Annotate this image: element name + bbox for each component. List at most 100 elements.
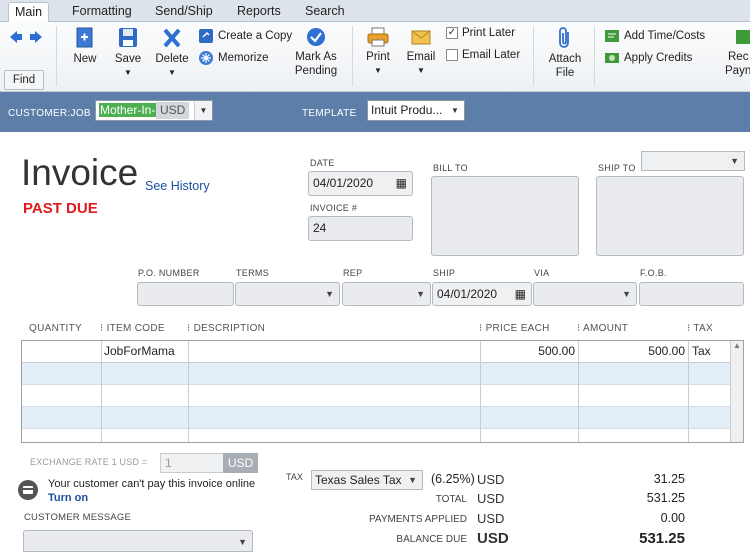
chevron-down-icon[interactable]: ▼ [622,283,631,306]
separator [56,26,57,86]
email-button[interactable]: Email ▼ [404,26,438,78]
tax-currency: USD [477,472,505,487]
column-header-amount-label: AMOUNT [583,323,629,334]
separator [533,26,534,86]
chevron-down-icon[interactable]: ▼ [416,283,425,306]
tab-search[interactable]: Search [299,2,351,22]
mark-pending-button[interactable]: Mark As Pending [292,26,340,78]
column-header-item-code[interactable]: ⁝ ITEM CODE [100,323,165,334]
create-copy-label: Create a Copy [218,30,293,42]
template-combo[interactable]: Intuit Produ... ▼ [367,100,465,121]
table-row[interactable] [22,407,731,429]
total-amount: 531.25 [646,491,685,505]
save-dropdown-icon[interactable]: ▼ [112,66,144,80]
column-header-price-each[interactable]: ⁝ PRICE EACH [479,323,550,334]
table-row[interactable] [22,363,731,385]
chevron-down-icon[interactable]: ▼ [446,101,464,120]
terms-field[interactable]: ▼ [235,282,340,306]
date-label: DATE [310,158,335,168]
check-circle-icon [307,28,325,46]
column-header-quantity[interactable]: QUANTITY [29,323,82,334]
email-dropdown-icon[interactable]: ▼ [404,64,438,78]
calendar-icon[interactable]: ▦ [515,283,526,306]
print-later-checkbox[interactable]: ✓ Print Later [446,27,515,39]
customer-job-combo[interactable]: Mother-In-L USD ▼ [95,100,213,121]
tax-label: TAX [286,472,303,482]
rep-field[interactable]: ▼ [342,282,431,306]
checkbox-checked-icon[interactable]: ✓ [446,27,458,39]
payment-icon [736,30,750,44]
customer-message-label: CUSTOMER MESSAGE [24,512,132,523]
ship-date-field[interactable]: 04/01/2020 ▦ [432,282,532,306]
invoice-number-label: INVOICE # [310,203,358,213]
apply-credits-button[interactable]: Apply Credits [604,50,692,66]
delete-label: Delete [155,53,189,65]
find-button[interactable]: Find [4,70,44,90]
tab-formatting[interactable]: Formatting [66,2,138,22]
payments-currency: USD [477,511,505,526]
tab-send-ship[interactable]: Send/Ship [149,2,219,22]
tab-main[interactable]: Main [8,2,50,23]
email-later-checkbox[interactable]: Email Later [446,49,520,61]
chevron-down-icon[interactable]: ▼ [194,101,212,120]
chevron-down-icon[interactable]: ▼ [325,283,334,306]
customer-message-field[interactable]: ▼ [23,530,253,552]
separator [352,26,353,86]
save-button[interactable]: Save ▼ [112,26,144,80]
date-field[interactable]: 04/01/2020 ▦ [308,171,413,196]
credits-icon [605,53,619,63]
scroll-up-icon[interactable]: ▲ [731,341,743,350]
via-field[interactable]: ▼ [533,282,637,306]
page-title: Invoice [21,152,139,193]
price-cell[interactable]: 500.00 [482,341,575,361]
bill-to-label: BILL TO [433,163,468,173]
chevron-down-icon[interactable]: ▼ [408,471,417,489]
payments-amount: 0.00 [660,511,685,525]
ship-to-label: SHIP TO [598,163,636,173]
receive-payments-button[interactable]: Rec Payn [722,26,750,78]
attach-file-button[interactable]: Attach File [545,26,585,80]
column-header-amount[interactable]: ⁝ AMOUNT [577,323,628,334]
create-copy-button[interactable]: Create a Copy [198,28,292,44]
delete-button[interactable]: Delete ▼ [153,26,191,80]
checkbox-unchecked-icon[interactable] [446,49,458,61]
delete-x-icon [163,28,181,48]
table-row[interactable] [22,429,731,442]
tab-reports[interactable]: Reports [231,2,287,22]
column-header-tax[interactable]: ⁝ TAX [687,323,713,334]
memorize-button[interactable]: Memorize [198,50,268,66]
tax-item-combo[interactable]: Texas Sales Tax ▼ [311,470,423,490]
attach-label-2: File [555,67,575,79]
currency-badge: USD [156,102,190,119]
invoice-number-field[interactable]: 24 [308,216,413,241]
fob-field[interactable] [639,282,744,306]
ship-to-field[interactable] [596,176,744,256]
bill-to-field[interactable] [431,176,579,256]
chevron-down-icon[interactable]: ▼ [730,152,739,170]
calendar-icon[interactable]: ▦ [396,172,407,195]
date-value: 04/01/2020 [313,176,374,190]
table-row[interactable]: JobForMama 500.00 500.00 Tax [22,341,731,363]
payments-applied-label: PAYMENTS APPLIED [369,514,467,525]
table-row[interactable] [22,385,731,407]
print-button[interactable]: Print ▼ [362,26,394,78]
delete-dropdown-icon[interactable]: ▼ [153,66,191,80]
print-dropdown-icon[interactable]: ▼ [362,64,394,78]
vertical-scrollbar[interactable]: ▲ [730,341,743,442]
new-button[interactable]: New [70,26,100,66]
email-label: Email [406,51,436,63]
amount-cell[interactable]: 500.00 [580,341,685,361]
turn-on-link[interactable]: Turn on [48,492,88,504]
chevron-down-icon[interactable]: ▼ [238,531,247,554]
exchange-rate-field[interactable]: 1 [160,453,224,473]
nav-arrows-icon[interactable] [8,30,44,44]
add-time-costs-button[interactable]: Add Time/Costs [604,28,705,44]
see-history-link[interactable]: See History [145,179,210,193]
tax-cell[interactable]: Tax [692,341,711,361]
ship-to-address-combo[interactable]: ▼ [641,151,745,171]
line-items-table[interactable]: JobForMama 500.00 500.00 Tax ▲ [21,340,744,443]
item-code-cell[interactable]: JobForMama [104,341,175,361]
customer-job-label: CUSTOMER:JOB [8,108,91,119]
po-number-field[interactable] [137,282,234,306]
column-header-description[interactable]: ⁝ DESCRIPTION [187,323,265,334]
